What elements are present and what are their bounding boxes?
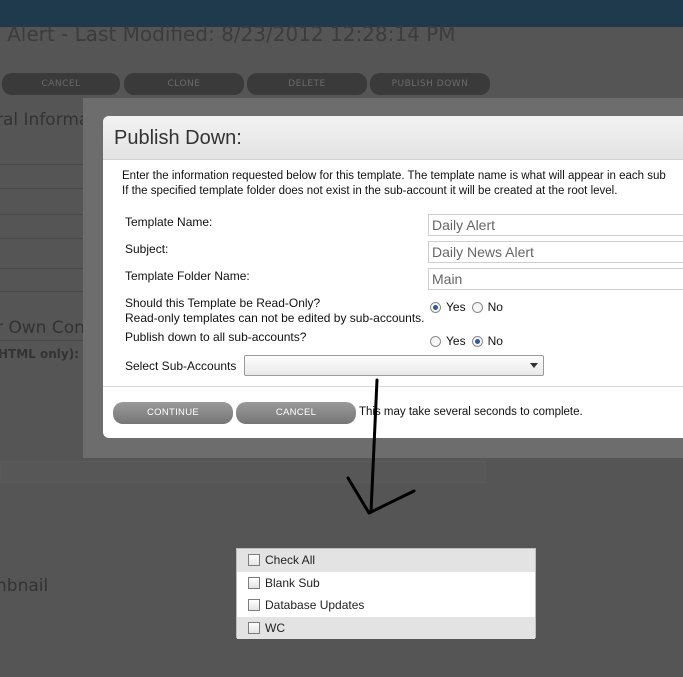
subaccounts-select[interactable] bbox=[244, 355, 544, 376]
dropdown-item-database-updates[interactable]: Database Updates bbox=[237, 594, 535, 617]
dropdown-item-label: Database Updates bbox=[265, 598, 365, 613]
template-name-input[interactable]: Daily Alert bbox=[428, 214, 683, 236]
subject-input[interactable]: Daily News Alert bbox=[428, 241, 683, 263]
bg-clone-button[interactable]: CLONE bbox=[124, 73, 244, 95]
checkbox[interactable] bbox=[248, 621, 260, 634]
dialog-header: Publish Down: bbox=[103, 116, 683, 160]
publish-all-yes-radio[interactable] bbox=[430, 335, 441, 347]
bg-thumbnail-label: nbnail bbox=[0, 576, 49, 596]
duration-note: This may take several seconds to complet… bbox=[359, 406, 583, 418]
dialog-intro: Enter the information requested below fo… bbox=[122, 169, 666, 199]
bg-divider bbox=[0, 268, 83, 269]
dialog-divider bbox=[103, 386, 683, 387]
readonly-note: Read-only templates can not be edited by… bbox=[125, 311, 425, 325]
checkbox[interactable] bbox=[248, 599, 260, 612]
template-name-label: Template Name: bbox=[125, 215, 213, 229]
dropdown-item-check-all[interactable]: Check All bbox=[237, 549, 535, 572]
bg-divider bbox=[0, 340, 83, 341]
chevron-down-icon bbox=[530, 363, 538, 368]
dropdown-item-label: Check All bbox=[265, 553, 316, 568]
subject-label: Subject: bbox=[125, 242, 169, 256]
continue-button[interactable]: CONTINUE bbox=[113, 402, 233, 424]
intro-line-2: If the specified template folder does no… bbox=[122, 185, 618, 197]
bg-publish-down-button[interactable]: PUBLISH DOWN bbox=[370, 73, 490, 95]
bg-divider bbox=[0, 238, 83, 239]
bg-input-field[interactable] bbox=[0, 461, 486, 483]
publish-down-dialog: Publish Down: Enter the information requ… bbox=[103, 116, 683, 438]
page-title: / Alert - Last Modified: 8/23/2012 12:28… bbox=[0, 22, 456, 46]
dialog-title: Publish Down: bbox=[114, 127, 242, 149]
bg-delete-button[interactable]: DELETE bbox=[247, 73, 367, 95]
dropdown-item-label: Blank Sub bbox=[265, 575, 320, 590]
dropdown-item-blank-sub[interactable]: Blank Sub bbox=[237, 572, 535, 595]
select-subaccounts-label: Select Sub-Accounts bbox=[125, 359, 237, 373]
publish-all-question: Publish down to all sub-accounts? bbox=[125, 330, 307, 344]
folder-name-input[interactable]: Main bbox=[428, 268, 683, 290]
folder-name-label: Template Folder Name: bbox=[125, 269, 250, 283]
bg-divider bbox=[0, 291, 83, 292]
bg-divider bbox=[0, 164, 83, 165]
readonly-no-label: No bbox=[487, 300, 503, 314]
bg-divider bbox=[0, 188, 83, 189]
readonly-radio-group: Yes No bbox=[430, 300, 509, 314]
bg-divider bbox=[0, 214, 83, 215]
subaccounts-dropdown-list: Check All Blank Sub Database Updates WC bbox=[236, 548, 536, 639]
dropdown-item-wc[interactable]: WC bbox=[237, 616, 535, 639]
publish-all-no-label: No bbox=[487, 334, 503, 348]
bg-section-general: ral Informa bbox=[0, 110, 90, 130]
readonly-no-radio[interactable] bbox=[471, 301, 483, 313]
checkbox[interactable] bbox=[248, 576, 260, 589]
publish-all-no-radio[interactable] bbox=[471, 335, 483, 347]
checkbox[interactable] bbox=[248, 554, 260, 567]
readonly-yes-radio[interactable] bbox=[430, 301, 441, 313]
publish-all-radio-group: Yes No bbox=[430, 334, 509, 348]
bg-cancel-button[interactable]: CANCEL bbox=[2, 73, 120, 95]
readonly-question: Should this Template be Read-Only? bbox=[125, 296, 321, 310]
publish-all-yes-label: Yes bbox=[446, 334, 466, 348]
bg-section-own-content: r Own Con bbox=[0, 318, 85, 338]
bg-html-only-label: HTML only): bbox=[0, 347, 79, 361]
readonly-yes-label: Yes bbox=[446, 300, 466, 314]
dropdown-item-label: WC bbox=[265, 620, 285, 635]
intro-line-1: Enter the information requested below fo… bbox=[122, 170, 666, 182]
cancel-button[interactable]: CANCEL bbox=[236, 402, 356, 424]
